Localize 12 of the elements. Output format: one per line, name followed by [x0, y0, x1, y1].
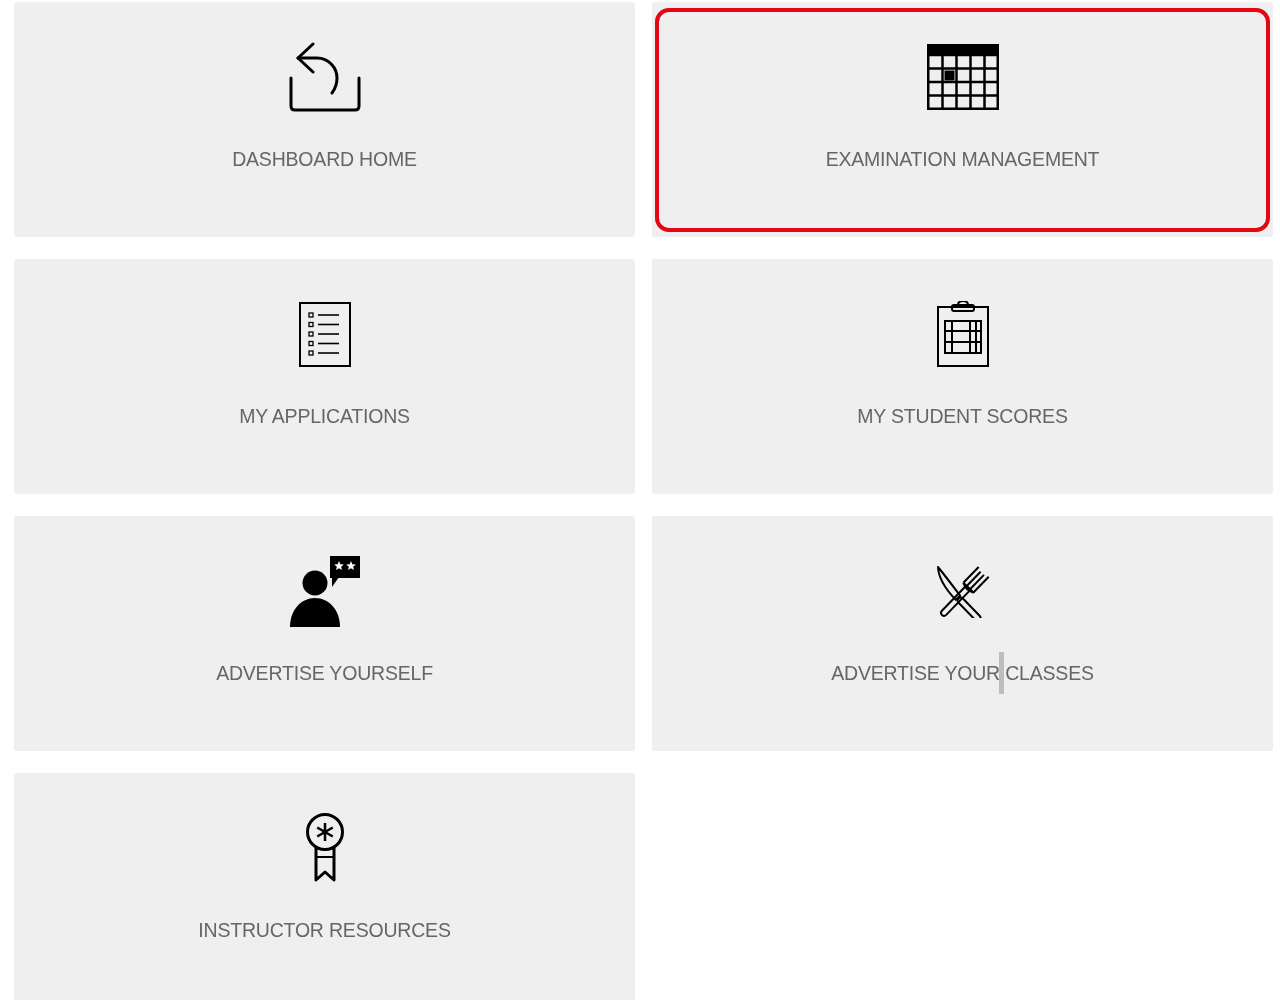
menu-tile[interactable]: MY STUDENT SCORES [652, 259, 1273, 494]
menu-tile[interactable]: MY APPLICATIONS [14, 259, 635, 494]
calendar-icon [926, 44, 999, 110]
menu-tile[interactable]: ADVERTISE YOUR CLASSES [652, 516, 1273, 751]
award-ribbon-icon [303, 813, 346, 883]
person-chat-icon [289, 555, 360, 627]
menu-tile[interactable]: ADVERTISE YOURSELF [14, 516, 635, 751]
clipboard-icon [936, 301, 989, 367]
menu-tile[interactable]: INSTRUCTOR RESOURCES [14, 773, 635, 1000]
checklist-icon [298, 301, 351, 367]
menu-tile[interactable]: DASHBOARD HOME [14, 2, 635, 237]
menu-tile[interactable]: EXAMINATION MANAGEMENT [652, 2, 1273, 237]
